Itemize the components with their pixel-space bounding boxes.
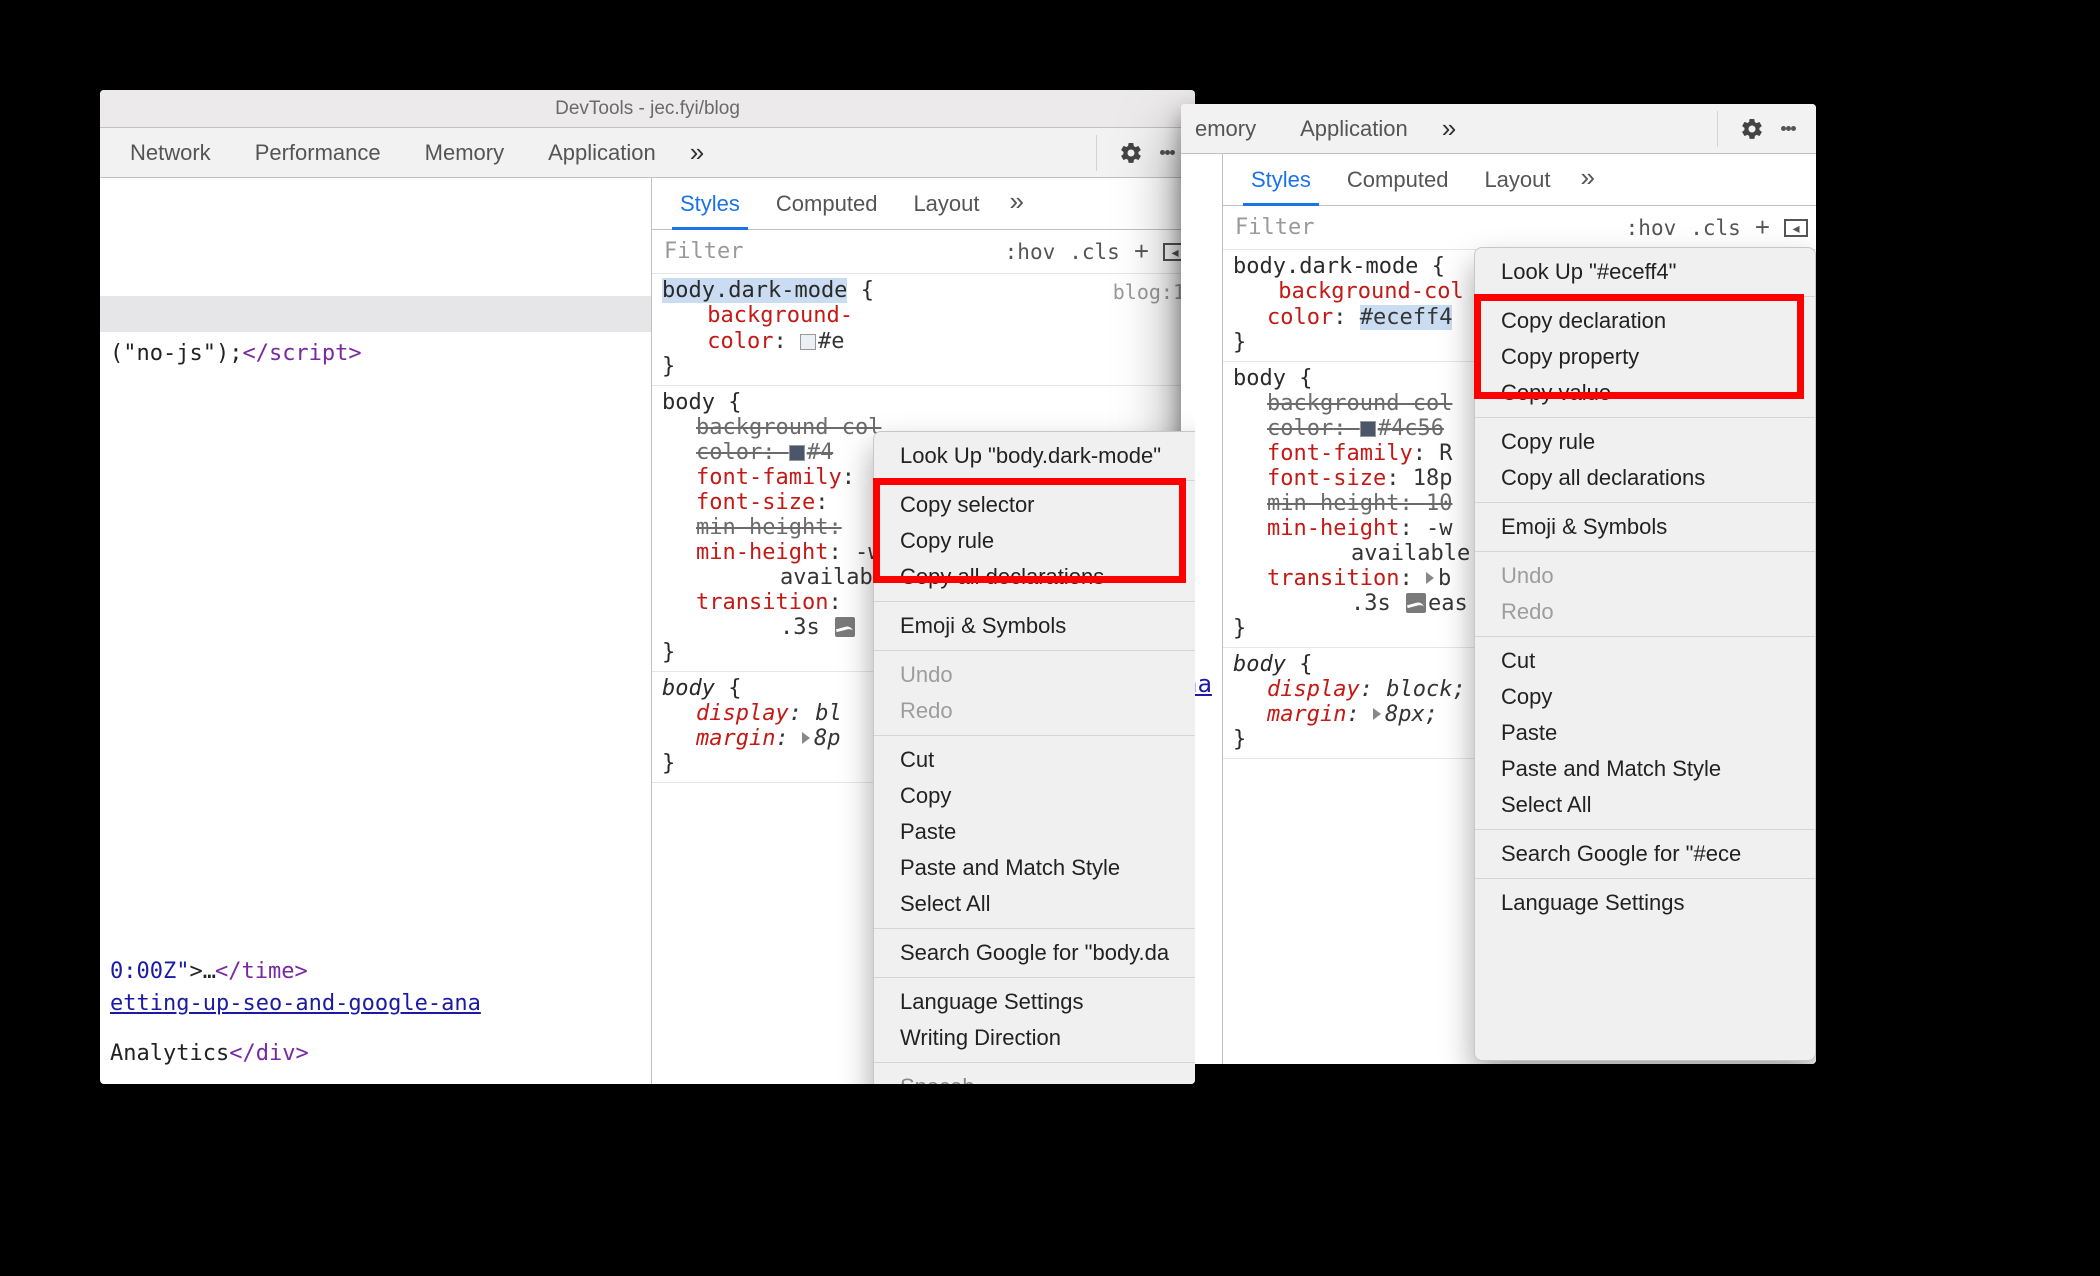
ctx-lookup[interactable]: Look Up "#eceff4" (1475, 254, 1815, 290)
ctx-copy-rule[interactable]: Copy rule (1475, 424, 1815, 460)
ctx-cut[interactable]: Cut (1475, 643, 1815, 679)
ctx-search-google[interactable]: Search Google for "body.da (874, 935, 1195, 971)
styles-filter-input[interactable] (1233, 214, 1626, 241)
tabs-more-chevrons-icon[interactable]: » (1436, 113, 1459, 144)
color-swatch-icon (1360, 421, 1376, 437)
subtab-computed[interactable]: Computed (764, 181, 890, 229)
hov-button[interactable]: :hov (1005, 240, 1056, 264)
ctx-lookup[interactable]: Look Up "body.dark-mode" (874, 438, 1195, 474)
rule-selector[interactable]: body (1233, 652, 1286, 677)
subtab-layout[interactable]: Layout (1472, 157, 1562, 205)
ctx-paste[interactable]: Paste (874, 814, 1195, 850)
devtools-window-left: DevTools - jec.fyi/blog Network Performa… (100, 90, 1195, 1084)
rule-selector[interactable]: body.dark-mode (1233, 254, 1418, 279)
tab-application[interactable]: Application (1284, 104, 1424, 153)
dom-panel: ("no-js");</script​> 0:00Z">…</time> ett… (100, 178, 652, 1084)
dom-js-text: ("no-js");</script​> (110, 341, 362, 366)
ctx-emoji[interactable]: Emoji & Symbols (874, 608, 1195, 644)
ctx-copy-rule[interactable]: Copy rule (874, 523, 1195, 559)
subtab-styles[interactable]: Styles (1239, 157, 1323, 205)
rule-source-link[interactable]: blog:1 (1113, 280, 1185, 304)
subtabs-more-chevrons-icon[interactable]: » (1575, 152, 1598, 205)
rule-selector[interactable]: body (662, 676, 715, 701)
context-menu-left[interactable]: Look Up "body.dark-mode" Copy selector C… (873, 431, 1195, 1084)
ctx-copy-property[interactable]: Copy property (1475, 339, 1815, 375)
new-rule-plus-icon[interactable]: + (1134, 236, 1149, 267)
devtools-window-right: emory Application » na Styles (1181, 104, 1816, 1064)
ctx-copy-selector[interactable]: Copy selector (874, 487, 1195, 523)
devtools-shell: DevTools - jec.fyi/blog Network Performa… (100, 90, 2006, 1084)
ctx-copy[interactable]: Copy (874, 778, 1195, 814)
decl-background[interactable]: background- (696, 303, 1185, 329)
gear-icon[interactable] (1117, 139, 1145, 167)
ctx-undo: Undo (874, 657, 1195, 693)
kebab-menu-icon[interactable] (1153, 139, 1181, 167)
tab-memory-trunc[interactable]: emory (1195, 104, 1272, 153)
ctx-paste-matchstyle[interactable]: Paste and Match Style (1475, 751, 1815, 787)
ctx-last-row[interactable]: Spaceb (874, 1069, 1195, 1084)
rule-selector[interactable]: body (1233, 366, 1286, 391)
ctx-cut[interactable]: Cut (874, 742, 1195, 778)
main-tabs: emory Application » (1181, 104, 1816, 154)
styles-filter-input[interactable] (662, 238, 1005, 265)
color-swatch-icon (789, 445, 805, 461)
ctx-search-google[interactable]: Search Google for "#ece (1475, 836, 1815, 872)
ctx-copy[interactable]: Copy (1475, 679, 1815, 715)
ctx-paste-matchstyle[interactable]: Paste and Match Style (874, 850, 1195, 886)
dom-div-analytics[interactable]: Analytics</div> (110, 1038, 641, 1070)
ctx-undo: Undo (1475, 558, 1815, 594)
tab-application[interactable]: Application (532, 128, 672, 177)
expand-triangle-icon[interactable] (1373, 708, 1381, 720)
new-rule-plus-icon[interactable]: + (1755, 212, 1770, 243)
color-swatch-icon[interactable] (800, 334, 816, 350)
kebab-menu-icon[interactable] (1774, 115, 1802, 143)
ease-icon[interactable] (1406, 593, 1426, 613)
ctx-select-all[interactable]: Select All (874, 886, 1195, 922)
ctx-copy-all-declarations[interactable]: Copy all declarations (874, 559, 1195, 595)
tab-network[interactable]: Network (114, 128, 227, 177)
ctx-paste[interactable]: Paste (1475, 715, 1815, 751)
panel-toggle-icon[interactable]: ◂ (1784, 219, 1808, 237)
main-tabs: Network Performance Memory Application » (100, 128, 1195, 178)
ctx-language-settings[interactable]: Language Settings (874, 984, 1195, 1020)
ctx-language-settings[interactable]: Language Settings (1475, 885, 1815, 921)
toolbar-separator (1096, 135, 1097, 171)
ctx-redo: Redo (1475, 594, 1815, 630)
rule-selector[interactable]: body.dark-mode (662, 278, 847, 303)
context-menu-right[interactable]: Look Up "#eceff4" Copy declaration Copy … (1474, 247, 1816, 1061)
gear-icon[interactable] (1738, 115, 1766, 143)
cls-button[interactable]: .cls (1069, 240, 1120, 264)
hov-button[interactable]: :hov (1626, 216, 1677, 240)
rule-body-dark-mode[interactable]: blog:1 body.dark-mode { background- colo… (652, 274, 1195, 386)
tab-performance[interactable]: Performance (239, 128, 397, 177)
dom-link-element[interactable]: etting-up-seo-and-google-ana (110, 988, 641, 1020)
ctx-select-all[interactable]: Select All (1475, 787, 1815, 823)
ease-icon[interactable] (835, 617, 855, 637)
subtab-computed[interactable]: Computed (1335, 157, 1461, 205)
title-bar-text: DevTools - jec.fyi/blog (555, 98, 740, 120)
ctx-copy-value[interactable]: Copy value (1475, 375, 1815, 411)
tabs-more-chevrons-icon[interactable]: » (684, 137, 707, 168)
ctx-copy-all-declarations[interactable]: Copy all declarations (1475, 460, 1815, 496)
subtab-styles[interactable]: Styles (668, 181, 752, 229)
ctx-redo: Redo (874, 693, 1195, 729)
subtab-layout[interactable]: Layout (901, 181, 991, 229)
dom-highlighted-row[interactable] (100, 296, 651, 332)
title-bar: DevTools - jec.fyi/blog (100, 90, 1195, 128)
ctx-emoji[interactable]: Emoji & Symbols (1475, 509, 1815, 545)
decl-color[interactable]: color: #e (696, 329, 1185, 355)
rule-selector[interactable]: body (662, 390, 715, 415)
tab-memory[interactable]: Memory (409, 128, 520, 177)
expand-triangle-icon[interactable] (802, 732, 810, 744)
ctx-writing-direction[interactable]: Writing Direction (874, 1020, 1195, 1056)
dom-time-element[interactable]: 0:00Z">…</time> (110, 956, 641, 988)
toolbar-separator (1717, 111, 1718, 147)
ctx-copy-declaration[interactable]: Copy declaration (1475, 303, 1815, 339)
subtabs-more-chevrons-icon[interactable]: » (1004, 176, 1027, 229)
cls-button[interactable]: .cls (1690, 216, 1741, 240)
expand-triangle-icon[interactable] (1426, 572, 1434, 584)
